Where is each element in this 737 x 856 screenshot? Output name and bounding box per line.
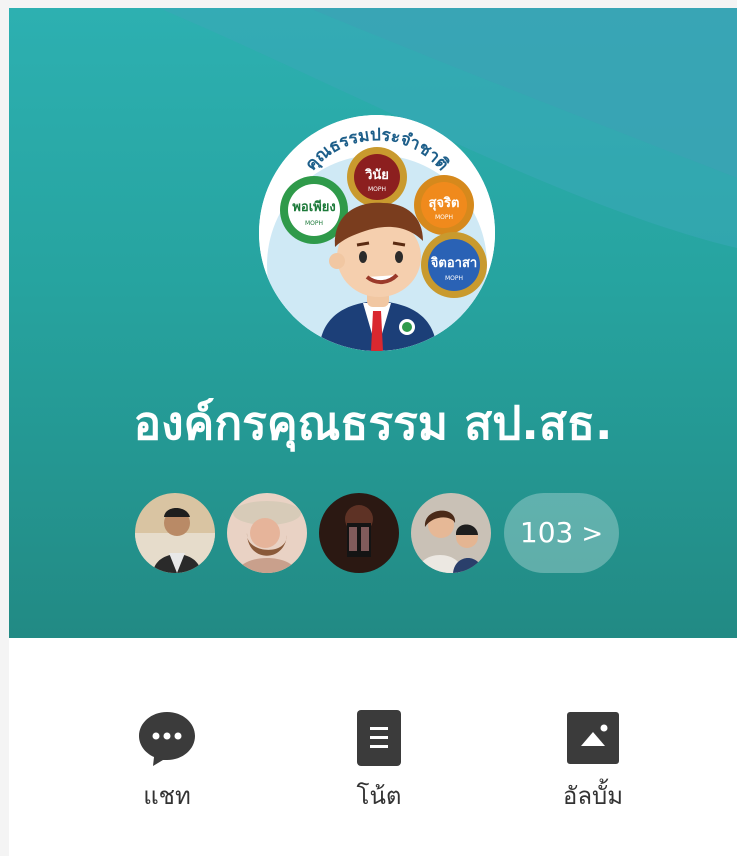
svg-text:MOPH: MOPH [435,214,453,221]
svg-text:MOPH: MOPH [305,220,323,227]
album-icon [567,712,619,764]
person-photo-icon [319,493,399,573]
chat-label: แชท [143,782,191,810]
group-profile-page: คุณธรรมประจำชาติ พอเพียง MOPH วินัย MOPH [9,8,737,856]
action-bar: แชท โน้ต อัลบั้ม [9,698,737,818]
group-logo-image: คุณธรรมประจำชาติ พอเพียง MOPH วินัย MOPH [259,115,495,351]
chat-bubble-icon [139,712,195,766]
svg-text:สุจริต: สุจริต [429,196,460,211]
member-count-button[interactable]: 103 > [504,493,619,573]
person-photo-icon [135,493,215,573]
gear-volunteer: จิตอาสา MOPH [421,232,487,298]
member-avatar-2[interactable] [227,493,307,573]
member-count-label: 103 [519,516,574,549]
member-avatar-4[interactable] [411,493,491,573]
gear-honesty: สุจริต MOPH [414,175,474,235]
person-photo-icon [411,493,491,573]
album-button[interactable]: อัลบั้ม [523,698,663,810]
note-icon [357,710,401,766]
note-label: โน้ต [356,782,402,810]
svg-text:จิตอาสา: จิตอาสา [430,256,477,271]
gear-discipline: วินัย MOPH [347,147,407,207]
group-name: องค์กรคุณธรรม สป.สธ. [133,396,613,450]
group-avatar[interactable]: คุณธรรมประจำชาติ พอเพียง MOPH วินัย MOPH [259,115,495,351]
chat-button[interactable]: แชท [97,698,237,810]
person-photo-icon [227,493,307,573]
svg-text:วินัย: วินัย [364,168,389,183]
chevron-right-icon: > [581,519,604,549]
svg-text:MOPH: MOPH [368,186,386,193]
member-avatar-3[interactable] [319,493,399,573]
group-header: คุณธรรมประจำชาติ พอเพียง MOPH วินัย MOPH [9,8,737,638]
album-label: อัลบั้ม [562,782,624,810]
member-avatar-1[interactable] [135,493,215,573]
svg-text:MOPH: MOPH [445,275,463,282]
note-button[interactable]: โน้ต [309,698,449,810]
svg-text:พอเพียง: พอเพียง [292,199,335,215]
